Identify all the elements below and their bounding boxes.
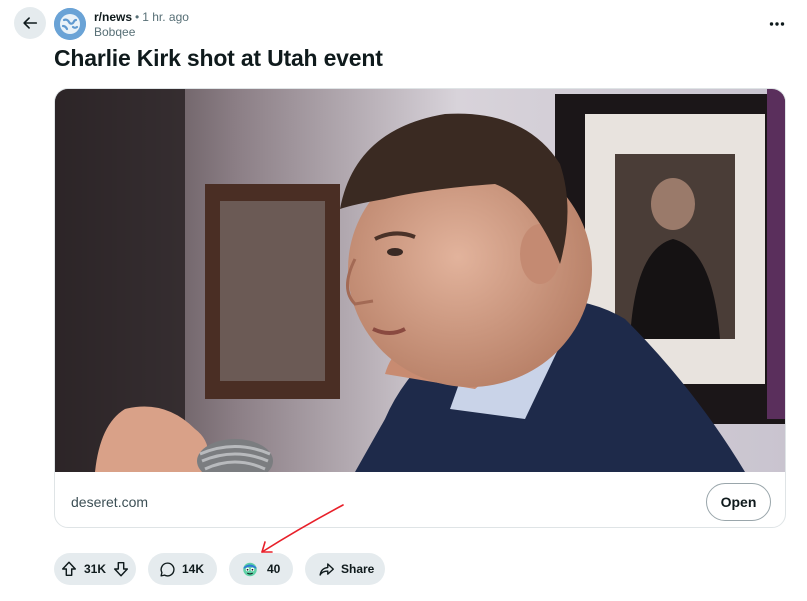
back-button[interactable] xyxy=(14,7,46,39)
post-author[interactable]: Bobqee xyxy=(94,25,189,40)
subreddit-avatar[interactable] xyxy=(54,8,86,40)
award-button[interactable]: 40 xyxy=(229,553,293,585)
meta-separator: • xyxy=(135,10,140,24)
more-horizontal-icon xyxy=(769,22,785,26)
vote-control: 31K xyxy=(54,553,136,585)
award-emoji-icon xyxy=(241,560,259,578)
arrow-left-icon xyxy=(23,17,38,29)
share-arrow-icon xyxy=(318,561,335,578)
open-link-button[interactable]: Open xyxy=(706,483,771,521)
comment-count: 14K xyxy=(182,562,205,576)
post-time: 1 hr. ago xyxy=(142,10,189,24)
globe-icon xyxy=(54,8,86,40)
vote-score: 31K xyxy=(83,562,106,576)
comments-button[interactable]: 14K xyxy=(148,553,217,585)
more-options-button[interactable] xyxy=(762,10,792,38)
subreddit-name[interactable]: r/news xyxy=(94,10,132,24)
award-count: 40 xyxy=(267,562,281,576)
upvote-arrow-icon xyxy=(61,561,77,577)
upvote-button[interactable] xyxy=(60,560,78,578)
downvote-arrow-icon xyxy=(113,561,129,577)
downvote-button[interactable] xyxy=(112,560,130,578)
post-title: Charlie Kirk shot at Utah event xyxy=(54,45,383,71)
link-preview-card[interactable]: deseret.com Open xyxy=(54,88,786,528)
post-meta: r/news • 1 hr. ago Bobqee xyxy=(94,10,189,40)
link-domain: deseret.com xyxy=(71,494,149,510)
speech-bubble-icon xyxy=(159,561,176,578)
link-thumbnail-image[interactable] xyxy=(55,89,785,472)
share-label: Share xyxy=(341,562,375,576)
share-button[interactable]: Share xyxy=(305,553,385,585)
